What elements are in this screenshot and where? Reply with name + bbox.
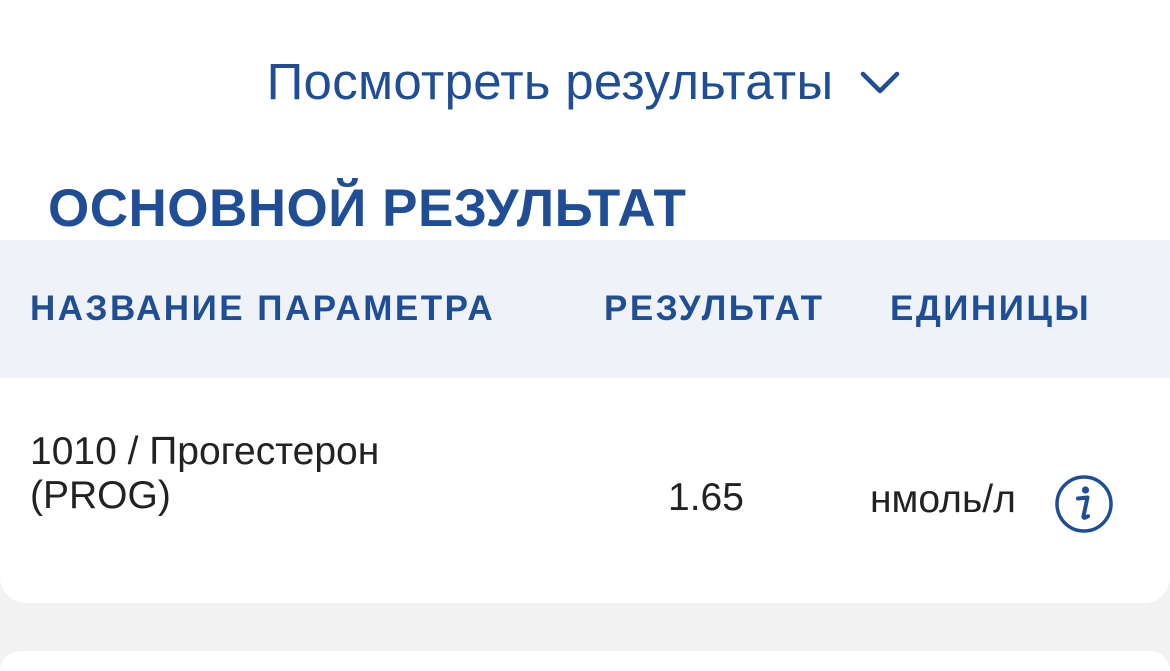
column-header-units: ЕДИНИЦЫ [890,289,1092,328]
parameter-code-line: (PROG) [30,474,171,517]
table-header: НАЗВАНИЕ ПАРАМЕТРА РЕЗУЛЬТАТ ЕДИНИЦЫ [0,240,1170,378]
info-icon[interactable] [1054,474,1114,534]
results-card: Посмотреть результаты ОСНОВНОЙ РЕЗУЛЬТАТ… [0,0,1170,603]
view-results-label: Посмотреть результаты [266,52,834,110]
parameter-name-cell: 1010 / Прогестерон (PROG) [30,430,500,518]
section-title: ОСНОВНОЙ РЕЗУЛЬТАТ [48,179,687,238]
view-results-toggle[interactable]: Посмотреть результаты [0,46,1170,116]
units-cell: нмоль/л [870,478,1016,521]
parameter-name-line: 1010 / Прогестерон [30,430,380,473]
chevron-down-icon [861,71,900,94]
column-header-result: РЕЗУЛЬТАТ [604,289,825,328]
result-value-cell: 1.65 [668,476,744,519]
column-header-name: НАЗВАНИЕ ПАРАМЕТРА [30,289,496,328]
next-card-edge [0,651,1170,671]
